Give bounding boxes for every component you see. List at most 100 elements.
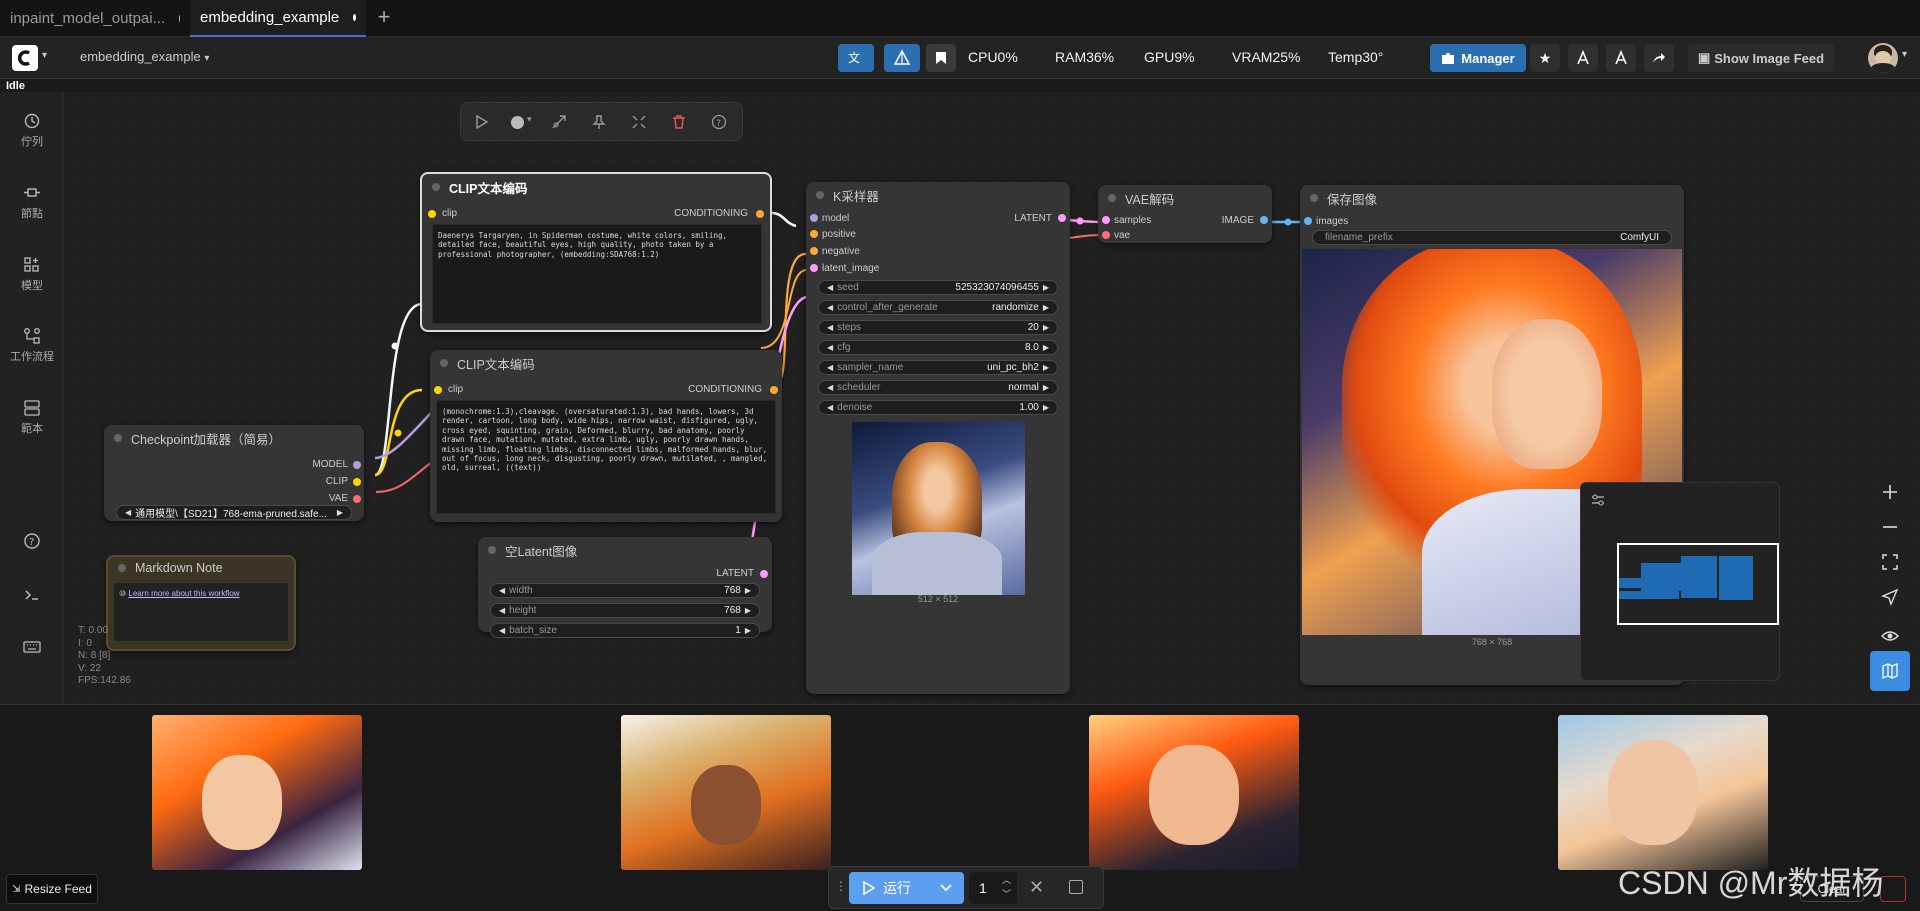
- arrow-right-icon[interactable]: ▶: [1043, 343, 1049, 352]
- graph-canvas[interactable]: ▾ ? CLIP文本编码 clip CONDITIONING Daenerys …: [64, 92, 1920, 704]
- seed-widget[interactable]: ◀ seed 525323074096455 ▶: [818, 280, 1058, 295]
- new-tab-plus-icon[interactable]: +: [372, 6, 396, 30]
- feed-thumbnail[interactable]: [152, 715, 362, 870]
- minimap-toggle-button[interactable]: [1870, 651, 1910, 691]
- latent-output-pin[interactable]: [760, 570, 768, 578]
- share-button[interactable]: [1644, 44, 1674, 72]
- bookmark-button[interactable]: [926, 44, 956, 72]
- clip-output-pin[interactable]: [353, 478, 361, 486]
- run-button[interactable]: 运行: [849, 872, 964, 904]
- collapse-dot-icon[interactable]: [488, 546, 496, 554]
- zoom-out-button[interactable]: [1870, 507, 1910, 547]
- workflow-name-dropdown[interactable]: embedding_example ▾: [80, 49, 209, 64]
- clip-input-pin[interactable]: [428, 210, 436, 218]
- tab-inpaint-model[interactable]: inpaint_model_outpai...: [0, 0, 190, 37]
- negative-input-pin[interactable]: [810, 247, 818, 255]
- image-output-pin[interactable]: [1260, 216, 1268, 224]
- node-title[interactable]: K采样器: [806, 182, 1070, 208]
- arrow-right-icon[interactable]: ▶: [1043, 383, 1049, 392]
- bypass-icon[interactable]: [551, 114, 567, 130]
- drag-handle-icon[interactable]: ⋮: [835, 879, 847, 893]
- feed-thumbnail[interactable]: [1089, 715, 1299, 870]
- conditioning-output-pin[interactable]: [770, 386, 778, 394]
- stop-icon[interactable]: [1069, 880, 1083, 894]
- latent-output-pin[interactable]: [1058, 214, 1066, 222]
- ckpt-name-widget[interactable]: ◀ 通用模型\【SD21】768-ema-pruned.safe... ▶: [116, 505, 352, 520]
- vae-input-pin[interactable]: [1102, 231, 1110, 239]
- decrement-icon[interactable]: ﹀: [1002, 887, 1011, 900]
- arrow-right-icon[interactable]: ▶: [1043, 403, 1049, 412]
- arrow-right-icon[interactable]: ▶: [745, 586, 751, 595]
- ksampler-node[interactable]: K采样器 model positive negative latent_imag…: [806, 182, 1070, 694]
- workflow-share-button[interactable]: [1568, 44, 1598, 72]
- node-title[interactable]: 保存图像: [1300, 185, 1684, 211]
- samples-input-pin[interactable]: [1102, 216, 1110, 224]
- collapse-dot-icon[interactable]: [432, 183, 440, 191]
- chevron-down-icon[interactable]: ▾: [527, 114, 532, 125]
- avatar[interactable]: [1868, 43, 1898, 73]
- collapse-dot-icon[interactable]: [1310, 194, 1318, 202]
- increment-icon[interactable]: ︿: [1002, 873, 1011, 886]
- sidebar-item-queue[interactable]: 佇列: [0, 112, 64, 149]
- keyboard-button[interactable]: [0, 638, 64, 659]
- collapse-dot-icon[interactable]: [440, 359, 448, 367]
- latent-image-input-pin[interactable]: [810, 264, 818, 272]
- tab-embedding-example[interactable]: embedding_example: [190, 0, 366, 37]
- help-icon[interactable]: ?: [711, 114, 727, 130]
- arrow-right-icon[interactable]: ▶: [1043, 283, 1049, 292]
- zoom-in-button[interactable]: [1870, 472, 1910, 512]
- minimap-panel[interactable]: [1580, 482, 1780, 681]
- delete-icon[interactable]: [671, 114, 687, 130]
- arrow-right-icon[interactable]: ▶: [745, 606, 751, 615]
- node-title[interactable]: Checkpoint加载器（简易）: [104, 425, 364, 451]
- clip-input-pin[interactable]: [434, 386, 442, 394]
- favorites-button[interactable]: ★: [1530, 44, 1560, 72]
- height-widget[interactable]: ◀ height 768 ▶: [490, 603, 760, 618]
- resize-feed-button[interactable]: ⇲ Resize Feed: [6, 874, 98, 904]
- collapse-dot-icon[interactable]: [1108, 194, 1116, 202]
- vae-output-pin[interactable]: [353, 495, 361, 503]
- sidebar-item-models[interactable]: 模型: [0, 256, 64, 293]
- clip-text-encode-negative-node[interactable]: CLIP文本编码 clip CONDITIONING (monochrome:1…: [430, 350, 782, 522]
- collapse-dot-icon[interactable]: [816, 191, 824, 199]
- arrow-right-icon[interactable]: ▶: [337, 508, 343, 517]
- manager-button[interactable]: Manager: [1430, 44, 1526, 72]
- scheduler-widget[interactable]: ◀ scheduler normal ▶: [818, 380, 1058, 395]
- cfg-widget[interactable]: ◀ cfg 8.0 ▶: [818, 340, 1058, 355]
- sidebar-item-templates[interactable]: 範本: [0, 399, 64, 436]
- help-button[interactable]: ?: [0, 532, 64, 553]
- empty-latent-image-node[interactable]: 空Latent图像 LATENT ◀ width 768 ▶ ◀ height 768 ▶ …: [478, 537, 772, 638]
- steps-widget[interactable]: ◀ steps 20 ▶: [818, 320, 1058, 335]
- node-title[interactable]: 空Latent图像: [478, 537, 772, 563]
- minimap-settings-icon[interactable]: [1591, 493, 1605, 507]
- terminal-button[interactable]: [0, 586, 64, 607]
- chevron-down-icon[interactable]: [940, 884, 952, 892]
- prompt-textarea[interactable]: Daenerys Targaryen, in Spiderman costume…: [432, 224, 762, 324]
- color-picker-icon[interactable]: [511, 116, 524, 129]
- arrow-right-icon[interactable]: ▶: [1043, 363, 1049, 372]
- model-output-pin[interactable]: [353, 461, 361, 469]
- positive-input-pin[interactable]: [810, 230, 818, 238]
- node-title[interactable]: CLIP文本编码: [430, 350, 782, 376]
- checkpoint-loader-node[interactable]: Checkpoint加载器（简易） MODEL CLIP VAE ◀ 通用模型\…: [104, 425, 364, 521]
- feed-thumbnail[interactable]: [1558, 715, 1768, 870]
- control-after-generate-widget[interactable]: ◀ control_after_generate randomize ▶: [818, 300, 1058, 315]
- arrow-right-icon[interactable]: ▶: [1043, 303, 1049, 312]
- sidebar-item-workflows[interactable]: 工作流程: [0, 327, 64, 364]
- markdown-note-node[interactable]: Markdown Note ⑩ Learn more about this wo…: [106, 555, 296, 651]
- filename-prefix-widget[interactable]: filename_prefix ComfyUI: [1312, 230, 1672, 245]
- batch-size-widget[interactable]: ◀ batch_size 1 ▶: [490, 623, 760, 638]
- sidebar-item-nodes[interactable]: 節點: [0, 184, 64, 221]
- pin-icon[interactable]: [591, 114, 607, 130]
- fit-view-button[interactable]: [1870, 542, 1910, 582]
- node-title[interactable]: VAE解码: [1098, 185, 1272, 211]
- batch-count-input[interactable]: 1 ︿ ﹀: [969, 872, 1017, 904]
- vae-decode-node[interactable]: VAE解码 samples vae IMAGE: [1098, 185, 1272, 243]
- collapse-icon[interactable]: [631, 114, 647, 130]
- width-widget[interactable]: ◀ width 768 ▶: [490, 583, 760, 598]
- images-input-pin[interactable]: [1304, 217, 1312, 225]
- select-mode-button[interactable]: [1870, 577, 1910, 617]
- cancel-run-icon[interactable]: ✕: [1029, 877, 1044, 898]
- feed-thumbnail[interactable]: [621, 715, 831, 870]
- translate-button[interactable]: 文: [838, 44, 874, 72]
